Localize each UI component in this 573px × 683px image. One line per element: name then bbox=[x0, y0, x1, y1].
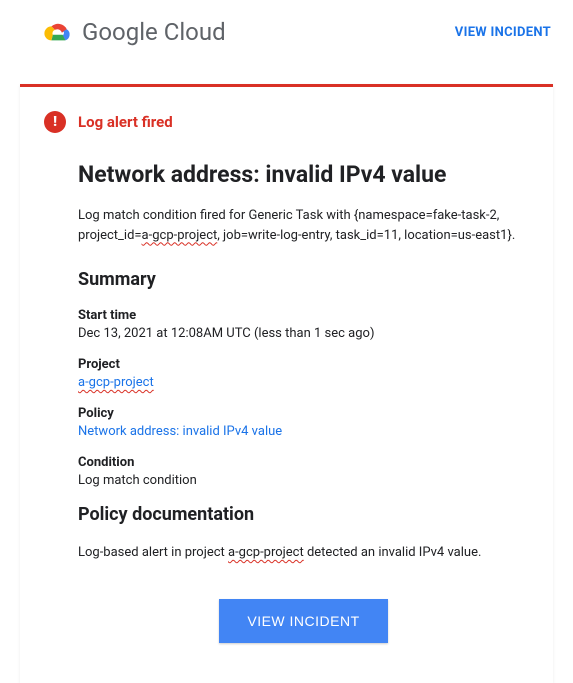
alert-title: Network address: invalid IPv4 value bbox=[78, 161, 529, 188]
policy-label: Policy bbox=[78, 406, 529, 421]
alert-description-project: a-gcp-project bbox=[142, 228, 218, 243]
summary-heading: Summary bbox=[78, 269, 529, 290]
view-incident-link[interactable]: VIEW INCIDENT bbox=[455, 25, 551, 40]
policy-doc-text: Log-based alert in project a-gcp-project… bbox=[78, 543, 529, 563]
policy-doc-prefix: Log-based alert in project bbox=[78, 545, 228, 560]
product-name: Google Cloud bbox=[82, 18, 226, 46]
alert-icon: ! bbox=[44, 111, 66, 133]
alert-content: Network address: invalid IPv4 value Log … bbox=[44, 161, 529, 643]
project-label: Project bbox=[78, 357, 529, 372]
alert-description-suffix: , job=write-log-entry, task_id=11, locat… bbox=[217, 228, 515, 243]
condition-value: Log match condition bbox=[78, 473, 529, 488]
policy-doc-project: a-gcp-project bbox=[228, 545, 304, 560]
project-value-text: a-gcp-project bbox=[78, 375, 154, 390]
start-time-label: Start time bbox=[78, 308, 529, 323]
page-header: Google Cloud VIEW INCIDENT bbox=[0, 0, 573, 64]
policy-value[interactable]: Network address: invalid IPv4 value bbox=[78, 424, 529, 439]
alert-header-row: ! Log alert fired bbox=[44, 111, 529, 133]
condition-label: Condition bbox=[78, 455, 529, 470]
policy-doc-heading: Policy documentation bbox=[78, 504, 529, 525]
logo-wrap: Google Cloud bbox=[40, 18, 226, 46]
policy-doc-suffix: detected an invalid IPv4 value. bbox=[304, 545, 482, 560]
view-incident-button[interactable]: VIEW INCIDENT bbox=[219, 599, 387, 643]
project-value[interactable]: a-gcp-project bbox=[78, 375, 529, 390]
alert-card: ! Log alert fired Network address: inval… bbox=[20, 84, 553, 683]
button-row: VIEW INCIDENT bbox=[78, 599, 529, 643]
start-time-value: Dec 13, 2021 at 12:08AM UTC (less than 1… bbox=[78, 326, 529, 341]
alert-description: Log match condition fired for Generic Ta… bbox=[78, 206, 529, 245]
alert-badge-text: Log alert fired bbox=[78, 113, 173, 131]
google-cloud-logo-icon bbox=[40, 18, 74, 46]
